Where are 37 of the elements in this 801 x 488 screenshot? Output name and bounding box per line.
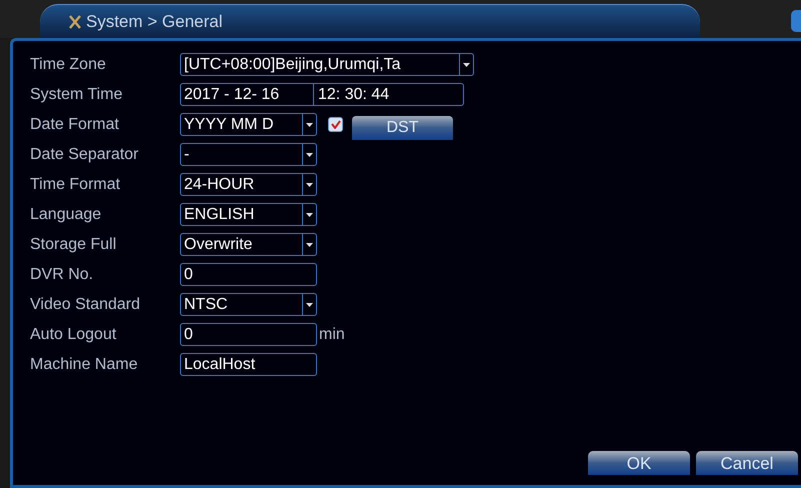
check-icon — [330, 120, 340, 129]
dropdown-field[interactable]: ENGLISH — [180, 203, 317, 226]
dropdown-field[interactable]: YYYY MM D — [180, 113, 317, 136]
field-label: DVR No. — [30, 264, 94, 284]
field-label: Time Zone — [30, 54, 107, 74]
dropdown-arrow-icon — [306, 122, 313, 126]
field-label: Date Separator — [30, 144, 140, 164]
dropdown-field[interactable]: [UTC+08:00]Beijing,Urumqi,Ta — [180, 53, 474, 76]
field-label: Time Format — [30, 174, 122, 194]
dropdown-field[interactable]: NTSC — [180, 293, 317, 316]
dropdown-field[interactable]: - — [180, 143, 317, 166]
dropdown-arrow-icon — [463, 62, 470, 66]
dropdown-arrow-icon — [306, 152, 313, 156]
dropdown-arrow-icon — [306, 212, 313, 216]
field-label: Language — [30, 204, 102, 224]
datetime-field[interactable]: 2017 - 12- 16 12: 30: 44 — [180, 83, 464, 106]
field-label: Auto Logout — [30, 324, 118, 344]
input-field[interactable]: 0 — [180, 323, 317, 346]
dropdown-arrow-icon — [306, 302, 313, 306]
cancel-button[interactable]: Cancel — [696, 451, 798, 475]
dst-checkbox[interactable] — [328, 117, 343, 132]
field-label: Date Format — [30, 114, 120, 134]
dropdown-field[interactable]: 24-HOUR — [180, 173, 317, 196]
dropdown-arrow-icon — [306, 242, 313, 246]
ok-button[interactable]: OK — [588, 451, 690, 475]
field-label: Machine Name — [30, 354, 139, 374]
window-title: System > General — [86, 10, 223, 33]
unit-label: min — [318, 324, 345, 344]
input-field[interactable]: LocalHost — [180, 353, 317, 376]
input-field[interactable]: 0 — [180, 263, 317, 286]
field-label: Storage Full — [30, 234, 118, 254]
dst-button[interactable]: DST — [352, 116, 453, 140]
close-button[interactable] — [791, 10, 801, 32]
dropdown-field[interactable]: Overwrite — [180, 233, 317, 256]
dropdown-arrow-icon — [306, 182, 313, 186]
field-label: Video Standard — [30, 294, 142, 314]
field-label: System Time — [30, 84, 124, 104]
